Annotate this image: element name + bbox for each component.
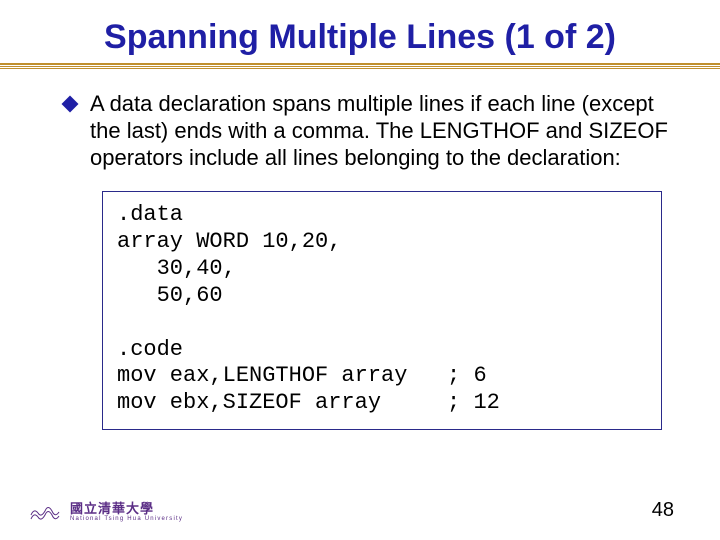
- slide: Spanning Multiple Lines (1 of 2) A data …: [0, 0, 720, 540]
- slide-title: Spanning Multiple Lines (1 of 2): [40, 18, 680, 57]
- code-block: .data array WORD 10,20, 30,40, 50,60 .co…: [117, 202, 647, 417]
- code-box: .data array WORD 10,20, 30,40, 50,60 .co…: [102, 191, 662, 430]
- university-logo-text: 國立清華大學 National Tsing Hua University: [70, 502, 183, 523]
- title-underline: [0, 63, 720, 69]
- bullet-item: A data declaration spans multiple lines …: [64, 91, 680, 171]
- university-name-en: National Tsing Hua University: [70, 515, 183, 523]
- page-number: 48: [652, 499, 674, 522]
- bullet-text: A data declaration spans multiple lines …: [90, 91, 680, 171]
- university-name-cn: 國立清華大學: [70, 502, 183, 515]
- diamond-bullet-icon: [62, 96, 79, 113]
- slide-body: A data declaration spans multiple lines …: [40, 91, 680, 430]
- footer-logo: 國立清華大學 National Tsing Hua University: [28, 502, 183, 524]
- university-logo-icon: [28, 502, 62, 524]
